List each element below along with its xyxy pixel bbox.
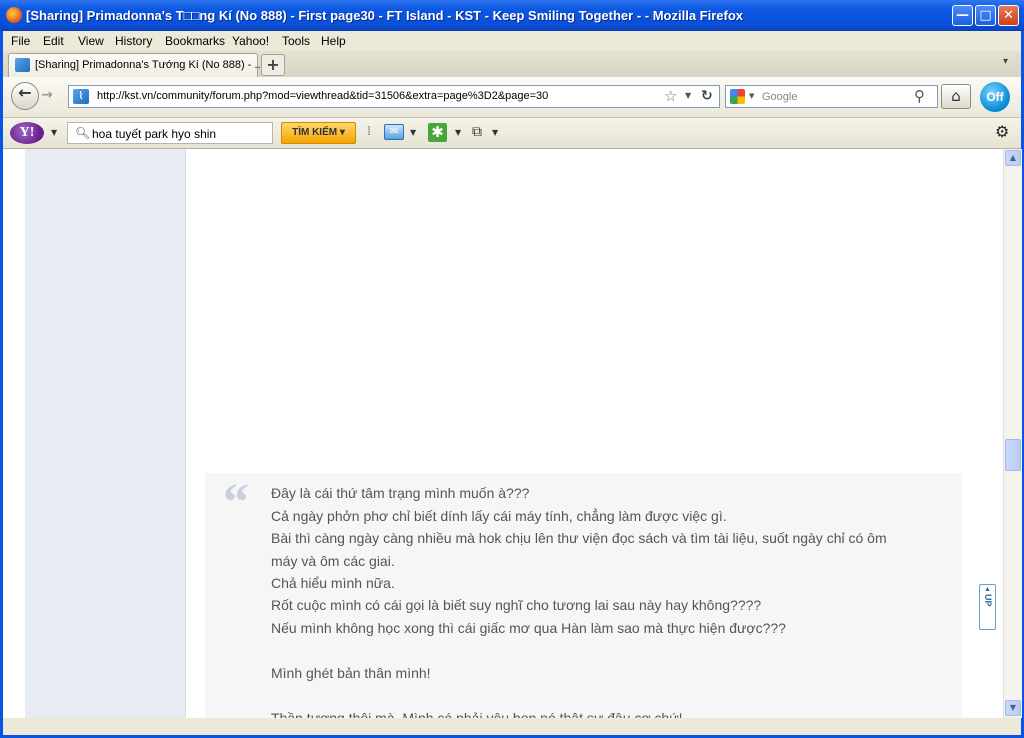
search-bar[interactable]: ▼ Google ⚲ xyxy=(725,85,938,108)
up-label: UP xyxy=(983,594,993,607)
search-icon[interactable]: ⚲ xyxy=(914,87,925,105)
site-identity-icon[interactable]: ⌇ xyxy=(73,89,89,104)
magnifier-icon: 🔍︎ xyxy=(75,126,91,140)
quote-line: Đây là cái thứ tâm trạng mình muốn à??? xyxy=(271,485,530,501)
menu-bar: File Edit View History Bookmarks Yahoo! … xyxy=(3,31,1021,51)
page-margin xyxy=(3,149,25,735)
vertical-scrollbar[interactable]: ▲ ▼ xyxy=(1003,149,1022,718)
quote-line: Cả ngày phởn phơ chỉ biết dính lấy cái m… xyxy=(271,508,727,524)
tab-strip: [Sharing] Primadonna's Tướng Kí (No 888)… xyxy=(3,51,1021,78)
menu-help[interactable]: Help xyxy=(321,34,346,48)
forward-button[interactable]: → xyxy=(41,87,53,103)
menu-tools[interactable]: Tools xyxy=(282,34,310,48)
menu-edit[interactable]: Edit xyxy=(43,34,64,48)
toolbar-separator-icon: ⁞ xyxy=(367,124,372,139)
maximize-button[interactable]: □ xyxy=(975,5,996,26)
window-title: [Sharing] Primadonna's T□□ng Kí (No 888)… xyxy=(26,8,744,23)
search-engine-dropdown-icon[interactable]: ▼ xyxy=(749,92,754,100)
url-bar[interactable]: ⌇ http://kst.vn/community/forum.php?mod=… xyxy=(68,85,720,108)
back-button[interactable]: ← xyxy=(11,82,39,110)
scroll-up-arrow-icon[interactable]: ▲ xyxy=(1005,150,1021,166)
yahoo-logo-icon[interactable]: Y! xyxy=(10,122,44,144)
tab-label: [Sharing] Primadonna's Tướng Kí (No 888)… xyxy=(35,59,264,71)
post-author-column xyxy=(25,149,186,735)
yahoo-search-button[interactable]: TÌM KIẾM ▾ xyxy=(281,122,356,144)
site-favicon-icon xyxy=(15,58,30,72)
menu-view[interactable]: View xyxy=(78,34,104,48)
yahoo-search-field[interactable]: 🔍︎ hoa tuyết park hyo shin xyxy=(67,122,273,144)
minimize-button[interactable]: — xyxy=(952,5,973,26)
mail-icon[interactable]: ✉ xyxy=(384,124,404,140)
skype-icon[interactable]: Off xyxy=(980,82,1010,112)
google-engine-icon[interactable] xyxy=(730,89,745,104)
new-tab-button[interactable]: + xyxy=(261,54,285,76)
mail-dropdown-icon[interactable]: ▼ xyxy=(410,128,416,137)
yahoo-search-input[interactable]: hoa tuyết park hyo shin xyxy=(92,127,216,141)
page-dropdown-icon[interactable]: ▼ xyxy=(492,128,498,137)
menu-history[interactable]: History xyxy=(115,34,152,48)
quote-line: Nếu mình không học xong thì cái giấc mơ … xyxy=(271,620,786,636)
quote-block: “ Đây là cái thứ tâm trạng mình muốn à??… xyxy=(205,473,962,735)
window-bottom-frame xyxy=(3,718,1021,735)
home-button[interactable]: ⌂ xyxy=(941,84,971,109)
yahoo-menu-dropdown-icon[interactable]: ▼ xyxy=(51,128,57,137)
page-icon[interactable]: ⧉ xyxy=(472,124,482,140)
menu-file[interactable]: File xyxy=(11,34,30,48)
close-button[interactable]: ✕ xyxy=(998,5,1019,26)
title-bar[interactable]: [Sharing] Primadonna's T□□ng Kí (No 888)… xyxy=(0,0,1024,31)
quote-line: Mình ghét bản thân mình! xyxy=(271,665,431,681)
up-arrow-icon: ▲ xyxy=(984,586,991,593)
quote-line: máy và ôm các giai. xyxy=(271,553,395,569)
apps-dropdown-icon[interactable]: ▼ xyxy=(455,128,461,137)
quote-line: Chả hiểu mình nữa. xyxy=(271,575,395,591)
yahoo-apps-icon[interactable]: ✱ xyxy=(428,123,447,142)
quote-mark-icon: “ xyxy=(223,474,249,531)
quote-line: Bài thì càng ngày càng nhiều mà hok chịu… xyxy=(271,530,887,546)
tab-active[interactable]: [Sharing] Primadonna's Tướng Kí (No 888)… xyxy=(8,53,264,77)
navigation-bar: ← → ⌇ http://kst.vn/community/forum.php?… xyxy=(3,77,1021,118)
url-history-dropdown-icon[interactable]: ▼ xyxy=(685,91,691,100)
reload-icon[interactable]: ↻ xyxy=(701,88,713,104)
menu-bookmarks[interactable]: Bookmarks xyxy=(165,34,225,48)
scroll-down-arrow-icon[interactable]: ▼ xyxy=(1005,700,1021,716)
page-viewport[interactable]: “ Đây là cái thứ tâm trạng mình muốn à??… xyxy=(3,149,1003,735)
scroll-up-button[interactable]: ▲ UP xyxy=(979,584,996,630)
menu-yahoo[interactable]: Yahoo! xyxy=(232,34,269,48)
firefox-icon[interactable] xyxy=(6,7,22,23)
gear-icon[interactable]: ⚙ xyxy=(995,122,1009,141)
yahoo-toolbar: Y! ▼ 🔍︎ hoa tuyết park hyo shin TÌM KIẾM… xyxy=(3,118,1021,149)
scrollbar-thumb[interactable] xyxy=(1005,439,1021,471)
list-tabs-button[interactable]: ▾ xyxy=(1003,56,1008,67)
bookmark-star-icon[interactable]: ☆ xyxy=(664,87,677,105)
url-input[interactable]: http://kst.vn/community/forum.php?mod=vi… xyxy=(97,90,548,102)
search-input[interactable]: Google xyxy=(762,91,797,103)
quote-line: Rốt cuộc mình có cái gọi là biết suy ngh… xyxy=(271,597,762,613)
